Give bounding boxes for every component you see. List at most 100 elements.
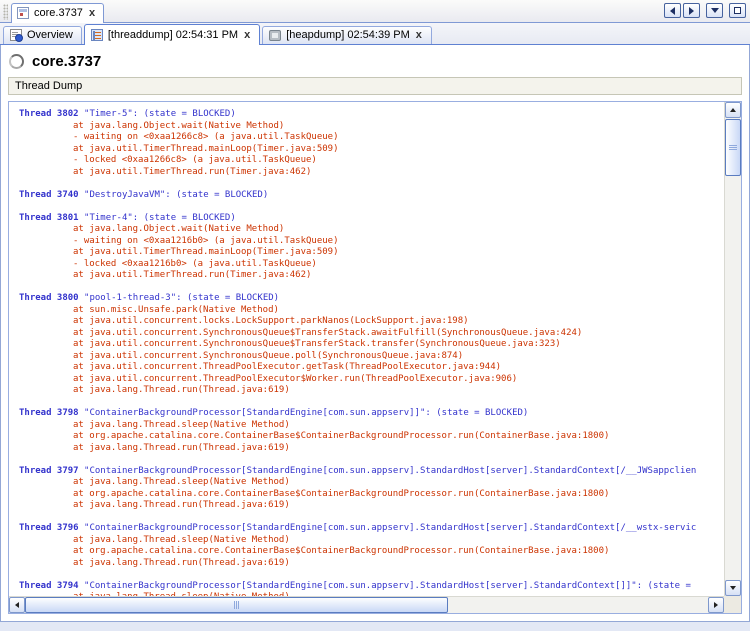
stack-frame-line: at java.lang.Thread.run(Thread.java:619) <box>19 558 724 570</box>
stack-frame-line: at java.util.TimerThread.run(Timer.java:… <box>19 270 724 282</box>
stack-frame-line: at java.util.TimerThread.run(Timer.java:… <box>19 167 724 179</box>
document-header: core.3737 <box>1 45 749 74</box>
core-dump-icon <box>17 7 29 19</box>
overview-icon <box>10 29 22 41</box>
stack-frame-line: at java.util.concurrent.SynchronousQueue… <box>19 339 724 351</box>
thread-header-line: Thread 3797 "ContainerBackgroundProcesso… <box>19 466 724 478</box>
thread-id: Thread 3797 <box>19 466 79 476</box>
tab-overview-label: Overview <box>27 29 73 41</box>
tab-threaddump[interactable]: [threaddump] 02:54:31 PM x <box>84 24 260 45</box>
horizontal-scrollbar[interactable] <box>9 596 724 613</box>
threaddump-view: core.3737 Thread Dump Thread 3802 "Timer… <box>0 45 750 621</box>
editor-tab-core-3737[interactable]: core.3737 x <box>11 3 104 23</box>
scroll-tabs-right-button[interactable] <box>683 3 700 18</box>
page-title: core.3737 <box>32 53 101 70</box>
stack-frame-line: at java.util.concurrent.locks.LockSuppor… <box>19 316 724 328</box>
thread-block: Thread 3800 "pool-1-thread-3": (state = … <box>19 293 724 397</box>
tab-scroll-controls <box>662 3 746 18</box>
window-footer <box>0 621 750 631</box>
horizontal-scroll-thumb[interactable] <box>25 597 448 613</box>
vertical-scroll-thumb[interactable] <box>725 119 741 176</box>
left-arrow-icon <box>670 7 675 15</box>
heapdump-icon <box>269 30 281 41</box>
thread-id: Thread 3794 <box>19 581 79 591</box>
thread-block: Thread 3802 "Timer-5": (state = BLOCKED)… <box>19 109 724 178</box>
tab-heapdump[interactable]: [heapdump] 02:54:39 PM x <box>262 26 432 44</box>
thread-id: Thread 3798 <box>19 408 79 418</box>
editor-tabstrip: core.3737 x <box>0 0 750 23</box>
scroll-up-button[interactable] <box>725 102 741 118</box>
stack-frame-line: - locked <0xaa1266c8> (a java.util.TaskQ… <box>19 155 724 167</box>
thread-header-line: Thread 3801 "Timer-4": (state = BLOCKED) <box>19 213 724 225</box>
stack-frame-line: at java.lang.Thread.sleep(Native Method) <box>19 535 724 547</box>
stack-frame-line: at java.util.TimerThread.mainLoop(Timer.… <box>19 247 724 259</box>
thread-dump-panel: Thread 3802 "Timer-5": (state = BLOCKED)… <box>8 101 742 614</box>
close-icon[interactable]: x <box>88 8 96 18</box>
thread-block: Thread 3740 "DestroyJavaVM": (state = BL… <box>19 190 724 202</box>
thread-header-line: Thread 3796 "ContainerBackgroundProcesso… <box>19 523 724 535</box>
stack-frame-line: at org.apache.catalina.core.ContainerBas… <box>19 431 724 443</box>
stack-frame-line: - waiting on <0xaa1216b0> (a java.util.T… <box>19 236 724 248</box>
thread-id: Thread 3802 <box>19 109 79 119</box>
thread-block: Thread 3794 "ContainerBackgroundProcesso… <box>19 581 724 597</box>
vertical-scroll-track[interactable] <box>725 118 741 580</box>
up-arrow-icon <box>730 108 736 112</box>
maximize-icon <box>734 7 741 14</box>
thread-block: Thread 3797 "ContainerBackgroundProcesso… <box>19 466 724 512</box>
stack-frame-line: at java.util.TimerThread.mainLoop(Timer.… <box>19 144 724 156</box>
stack-frame-line: at java.lang.Thread.run(Thread.java:619) <box>19 443 724 455</box>
chevron-down-icon <box>711 8 719 13</box>
thread-header-line: Thread 3798 "ContainerBackgroundProcesso… <box>19 408 724 420</box>
stack-frame-line: at java.util.concurrent.ThreadPoolExecut… <box>19 362 724 374</box>
thread-header-line: Thread 3800 "pool-1-thread-3": (state = … <box>19 293 724 305</box>
stack-frame-line: at sun.misc.Unsafe.park(Native Method) <box>19 305 724 317</box>
thread-id: Thread 3740 <box>19 190 79 200</box>
stack-frame-line: at java.util.concurrent.SynchronousQueue… <box>19 351 724 363</box>
scroll-left-button[interactable] <box>9 597 25 613</box>
tab-heapdump-label: [heapdump] 02:54:39 PM <box>286 29 410 41</box>
stack-frame-line: - locked <0xaa1216b0> (a java.util.TaskQ… <box>19 259 724 271</box>
stack-frame-line: at java.util.concurrent.ThreadPoolExecut… <box>19 374 724 386</box>
tab-threaddump-label: [threaddump] 02:54:31 PM <box>108 29 238 41</box>
stack-frame-line: at java.lang.Thread.run(Thread.java:619) <box>19 500 724 512</box>
stack-frame-line: at java.lang.Thread.sleep(Native Method) <box>19 420 724 432</box>
section-header-thread-dump: Thread Dump <box>8 77 742 95</box>
stack-frame-line: at java.lang.Object.wait(Native Method) <box>19 121 724 133</box>
tab-list-dropdown-button[interactable] <box>706 3 723 18</box>
vertical-scrollbar[interactable] <box>724 102 741 596</box>
stack-frame-line: at java.lang.Thread.run(Thread.java:619) <box>19 385 724 397</box>
thread-dump-text: Thread 3802 "Timer-5": (state = BLOCKED)… <box>9 102 724 596</box>
close-icon[interactable]: x <box>415 30 423 40</box>
down-arrow-icon <box>730 586 736 590</box>
thread-header-line: Thread 3740 "DestroyJavaVM": (state = BL… <box>19 190 724 202</box>
thread-block: Thread 3801 "Timer-4": (state = BLOCKED)… <box>19 213 724 282</box>
left-arrow-icon <box>15 602 19 608</box>
scroll-down-button[interactable] <box>725 580 741 596</box>
stack-frame-line: at java.lang.Thread.sleep(Native Method) <box>19 477 724 489</box>
thread-id: Thread 3796 <box>19 523 79 533</box>
stack-frame-line: at org.apache.catalina.core.ContainerBas… <box>19 546 724 558</box>
thread-id: Thread 3800 <box>19 293 79 303</box>
thread-block: Thread 3798 "ContainerBackgroundProcesso… <box>19 408 724 454</box>
stack-frame-line: at org.apache.catalina.core.ContainerBas… <box>19 489 724 501</box>
stack-frame-line: at java.util.concurrent.SynchronousQueue… <box>19 328 724 340</box>
close-icon[interactable]: x <box>243 30 251 40</box>
tab-overview[interactable]: Overview <box>3 26 82 44</box>
view-tabstrip: Overview [threaddump] 02:54:31 PM x [hea… <box>0 23 750 45</box>
thread-header-line: Thread 3794 "ContainerBackgroundProcesso… <box>19 581 724 593</box>
progress-spinner-icon <box>9 54 24 69</box>
scrollbar-corner <box>724 596 741 613</box>
scroll-tabs-left-button[interactable] <box>664 3 681 18</box>
thread-block: Thread 3796 "ContainerBackgroundProcesso… <box>19 523 724 569</box>
thread-header-line: Thread 3802 "Timer-5": (state = BLOCKED) <box>19 109 724 121</box>
maximize-view-button[interactable] <box>729 3 746 18</box>
editor-tab-label: core.3737 <box>34 7 83 19</box>
scroll-right-button[interactable] <box>708 597 724 613</box>
profiler-window: core.3737 x Overview [threaddump] 02:54:… <box>0 0 750 631</box>
horizontal-scroll-track[interactable] <box>25 597 708 613</box>
threaddump-icon <box>91 29 103 41</box>
thread-id: Thread 3801 <box>19 213 79 223</box>
stack-frame-line: - waiting on <0xaa1266c8> (a java.util.T… <box>19 132 724 144</box>
tabstrip-grip-handle[interactable] <box>3 4 8 20</box>
stack-frame-line: at java.lang.Object.wait(Native Method) <box>19 224 724 236</box>
